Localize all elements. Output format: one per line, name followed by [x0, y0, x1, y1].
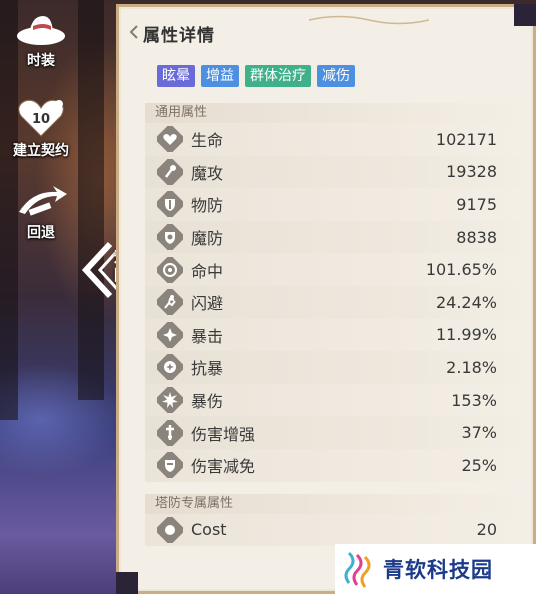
- stats-scroll-area[interactable]: 通用属性 生命 102171 魔攻 19328 物防 9175 魔防 8838: [145, 103, 531, 548]
- ornament-icon: [309, 15, 429, 25]
- cost-icon: [157, 516, 183, 543]
- heart-icon: [157, 126, 183, 153]
- watermark-text: 青软科技园: [383, 558, 493, 582]
- tower-stats-list: Cost 20: [145, 513, 531, 547]
- logo-icon: [344, 551, 371, 588]
- tag-buff: 增益: [201, 65, 239, 87]
- contract-count-badge: 10: [31, 112, 51, 127]
- stat-row: 命中 101.65%: [145, 253, 531, 286]
- tag-stun: 眩晕: [157, 65, 195, 87]
- stat-row: 暴伤 153%: [145, 383, 531, 417]
- stats-list: 生命 102171 魔攻 19328 物防 9175 魔防 8838 命中 10…: [145, 123, 531, 482]
- stat-row: 魔防 8838: [145, 220, 531, 254]
- sidebar-item-label: 时装: [27, 53, 55, 69]
- tag-damage-reduction: 减伤: [317, 65, 355, 87]
- sidebar-item-label: 建立契约: [13, 143, 69, 159]
- wand-icon: [157, 158, 183, 185]
- section-tower-defense: 塔防专属属性: [145, 493, 531, 514]
- panel-corner-ornament: [514, 4, 536, 26]
- page-title: 属性详情: [143, 26, 215, 46]
- section-general: 通用属性: [145, 103, 531, 123]
- rewind-icon: [19, 186, 67, 216]
- stat-row: Cost 20: [145, 513, 531, 547]
- target-icon: [157, 256, 183, 283]
- title-chevron-icon: [129, 25, 138, 39]
- tag-group-heal: 群体治疗: [245, 65, 311, 87]
- watermark-logo: 青软科技园: [335, 544, 536, 594]
- dodge-icon: [157, 289, 183, 316]
- damage-reduce-icon: [157, 452, 183, 479]
- burst-resist-icon: [157, 354, 183, 381]
- hat-icon: [17, 16, 65, 45]
- panel-corner-ornament: [116, 572, 138, 594]
- stat-row: 闪避 24.24%: [145, 285, 531, 319]
- sidebar-item-label: 回退: [27, 225, 55, 241]
- stat-row: 魔攻 19328: [145, 155, 531, 189]
- stat-row: 生命 102171: [145, 123, 531, 156]
- shield-magic-icon: [157, 224, 183, 251]
- stat-row: 伤害增强 37%: [145, 416, 531, 449]
- sidebar-item-rewind[interactable]: 回退: [0, 184, 82, 242]
- stat-row: 抗暴 2.18%: [145, 351, 531, 384]
- burst-icon: [157, 321, 183, 348]
- sidebar-item-contract[interactable]: 10 建立契约: [0, 98, 82, 160]
- stat-row: 物防 9175: [145, 188, 531, 221]
- attribute-panel: 属性详情 眩晕 增益 群体治疗 减伤 通用属性 生命 102171 魔攻 193…: [116, 4, 536, 594]
- stat-row: 伤害减免 25%: [145, 448, 531, 482]
- damage-up-icon: [157, 419, 183, 446]
- skill-tags: 眩晕 增益 群体治疗 减伤: [157, 65, 355, 87]
- crit-damage-icon: [157, 387, 183, 414]
- stat-row: 暴击 11.99%: [145, 318, 531, 352]
- shield-sword-icon: [157, 191, 183, 218]
- sidebar-item-costume[interactable]: 时装: [0, 10, 82, 70]
